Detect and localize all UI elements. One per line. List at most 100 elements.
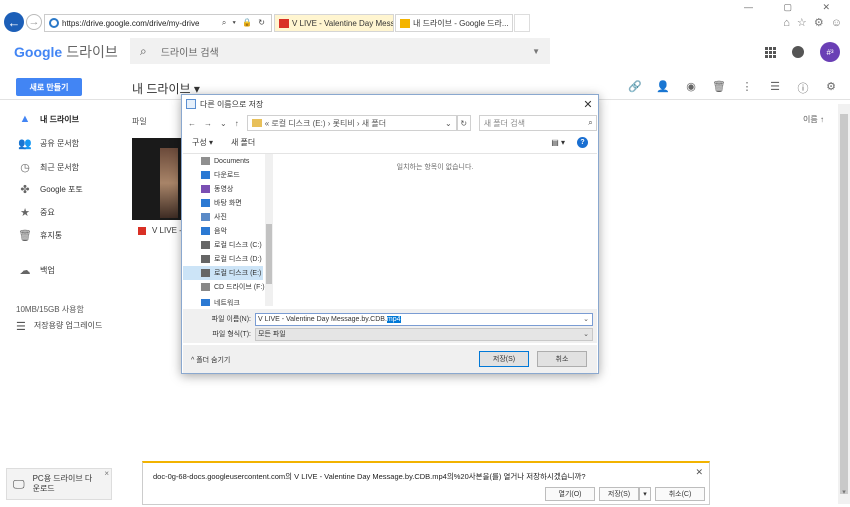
recent-locations-icon[interactable]: ⌄ (220, 119, 227, 128)
cancel-download-button[interactable]: 취소(C) (655, 487, 705, 501)
scroll-down-arrow-icon[interactable]: ▾ (838, 488, 850, 502)
scrollbar-thumb[interactable] (840, 114, 848, 494)
dialog-search-input[interactable]: 새 폴더 검색 ⌕ (478, 115, 597, 131)
tree-item-documents[interactable]: Documents (183, 154, 263, 168)
browser-toolbar-icons[interactable]: ⌂ ☆ ⚙ ☺ (783, 16, 844, 29)
delete-icon[interactable]: 🗑 (712, 80, 726, 96)
sidebar-item-photos[interactable]: ✤ Google 포토 (0, 178, 120, 200)
documents-icon (201, 157, 210, 165)
hide-folders-toggle[interactable]: ^ 폴더 숨기기 (191, 355, 230, 365)
tree-scrollbar-thumb[interactable] (266, 224, 272, 284)
open-button[interactable]: 열기(O) (545, 487, 595, 501)
window-controls[interactable]: — ▢ ✕ (744, 2, 844, 13)
apps-grid-icon[interactable] (765, 46, 776, 58)
path-breadcrumb[interactable]: « 로컬 디스크 (E:) › 롯티비 › 새 폴더 ⌄ (246, 115, 457, 131)
search-placeholder[interactable]: 드라이브 검색 (161, 44, 532, 59)
save-options-dropdown-icon[interactable]: ▾ (639, 487, 651, 501)
close-icon[interactable]: ✕ (695, 467, 703, 478)
dialog-close-icon[interactable]: ✕ (578, 98, 598, 111)
back-button[interactable]: ← (4, 12, 24, 32)
filename-label: 파일 이름(N): (211, 316, 251, 323)
view-options-icon[interactable]: ▤ ▾ (551, 138, 565, 147)
search-icon[interactable]: ⌕ (140, 44, 147, 59)
close-icon[interactable]: × (104, 469, 109, 478)
tree-item-label: Documents (214, 157, 250, 165)
tree-item-drive-c[interactable]: 로컬 디스크 (C:) (183, 238, 263, 252)
preview-icon[interactable]: ◉ (684, 80, 698, 96)
tree-item-desktop[interactable]: 바탕 화면 (183, 196, 263, 210)
tab-label: V LIVE - Valentine Day Messa... (292, 18, 394, 28)
sort-by-name[interactable]: 이름 ↑ (803, 114, 824, 125)
filename-dropdown-icon[interactable]: ⌄ (580, 315, 592, 323)
address-url[interactable]: https://drive.google.com/drive/my-drive (62, 19, 222, 28)
filetype-value: 모든 파일 (258, 331, 286, 338)
search-options-icon[interactable]: ▼ (532, 47, 550, 56)
sidebar-item-recent[interactable]: ◷ 최근 문서함 (0, 156, 120, 178)
filetype-select[interactable]: 모든 파일 ⌄ (255, 327, 593, 341)
filetype-label: 파일 형식(T): (212, 331, 251, 338)
tree-scrollbar[interactable] (265, 154, 273, 306)
sidebar-item-starred[interactable]: ★ 중요 (0, 201, 120, 223)
pc-drive-download-promo[interactable]: 🖵 PC용 드라이브 다운로드 × (6, 468, 112, 500)
download-icon (201, 171, 210, 179)
new-folder-button[interactable]: 새 폴더 (231, 137, 255, 148)
empty-folder-message: 일치하는 항목이 없습니다. (396, 164, 474, 171)
new-tab-button[interactable] (514, 14, 530, 32)
avatar[interactable]: #³ (820, 42, 840, 62)
files-section-label: 파일 (132, 117, 147, 126)
save-button[interactable]: 저장(S) (479, 351, 529, 367)
add-person-icon[interactable]: 👤 (656, 80, 670, 96)
download-message: doc-0g-68-docs.googleusercontent.com의 V … (153, 472, 586, 481)
desktop-icon (201, 199, 210, 207)
tree-item-videos[interactable]: 동영상 (183, 182, 263, 196)
close-tab-icon[interactable]: ✕ (509, 19, 512, 28)
filetype-dropdown-icon[interactable]: ⌄ (580, 330, 592, 338)
help-icon[interactable]: ? (577, 136, 588, 148)
tree-item-drive-d[interactable]: 로컬 디스크 (D:) (183, 252, 263, 266)
more-icon[interactable]: ⋮ (740, 80, 754, 96)
sidebar-item-trash[interactable]: 🗑 휴지통 (0, 224, 120, 246)
path-dropdown-icon[interactable]: ⌄ (441, 119, 456, 128)
nav-up-icon[interactable]: ↑ (235, 119, 239, 128)
nav-forward-icon[interactable]: → (204, 119, 212, 128)
settings-icon[interactable]: ⚙ (824, 80, 838, 96)
address-bar[interactable]: https://drive.google.com/drive/my-drive … (44, 14, 272, 32)
forward-button[interactable]: → (26, 14, 42, 30)
video-icon (279, 18, 289, 28)
page-scrollbar[interactable] (838, 104, 850, 504)
cancel-button[interactable]: 취소 (537, 351, 587, 367)
notifications-icon[interactable] (792, 46, 804, 58)
sidebar-item-shared[interactable]: 👥 공유 문서함 (0, 132, 120, 154)
new-button[interactable]: 새로 만들기 (16, 78, 82, 96)
file-name[interactable]: V LIVE - (138, 226, 182, 235)
tree-item-cd-drive[interactable]: CD 드라이브 (F:) (183, 280, 265, 294)
list-view-icon[interactable]: ☰ (768, 80, 782, 96)
tree-item-pictures[interactable]: 사진 (183, 210, 263, 224)
link-icon[interactable]: 🔗 (628, 80, 642, 96)
tree-item-network[interactable]: 네트워크 (183, 296, 263, 306)
save-download-button[interactable]: 저장(S) (599, 487, 639, 501)
drive-search[interactable]: ⌕ 드라이브 검색 ▼ (130, 38, 550, 64)
sidebar-item-backup[interactable]: ☁ 백업 (0, 259, 120, 281)
nav-back-icon[interactable]: ← (188, 119, 196, 128)
tree-item-music[interactable]: 음악 (183, 224, 263, 238)
header-actions: #³ (765, 42, 840, 62)
address-bar-icons[interactable]: ⌕ ▾ 🔒 ↻ (222, 18, 271, 28)
info-icon[interactable]: ⓘ (796, 80, 810, 96)
google-drive-logo[interactable]: Google 드라이브 (14, 42, 118, 62)
filename-input[interactable]: V LIVE - Valentine Day Message.by.CDB. mp… (255, 312, 593, 326)
tree-item-label: 로컬 디스크 (E:) (214, 270, 262, 277)
tree-item-label: CD 드라이브 (F:) (214, 284, 265, 291)
tree-item-downloads[interactable]: 다운로드 (183, 168, 263, 182)
tab-vlive[interactable]: V LIVE - Valentine Day Messa... (274, 14, 394, 32)
pictures-icon (201, 213, 210, 221)
upgrade-storage-link[interactable]: ☰ 저장용량 업그레이드 (16, 320, 112, 333)
tree-item-drive-e[interactable]: 로컬 디스크 (E:) (183, 266, 263, 280)
sidebar-item-my-drive[interactable]: ▲ 내 드라이브 (0, 108, 120, 130)
search-icon[interactable]: ⌕ (588, 118, 595, 128)
organize-menu[interactable]: 구성 ▾ (192, 137, 213, 148)
drive-header: Google 드라이브 ⌕ 드라이브 검색 ▼ #³ (0, 36, 850, 68)
file-thumbnail[interactable] (132, 138, 182, 220)
tab-my-drive[interactable]: 내 드라이브 - Google 드라... ✕ (395, 14, 513, 32)
refresh-icon[interactable]: ↻ (456, 115, 471, 131)
